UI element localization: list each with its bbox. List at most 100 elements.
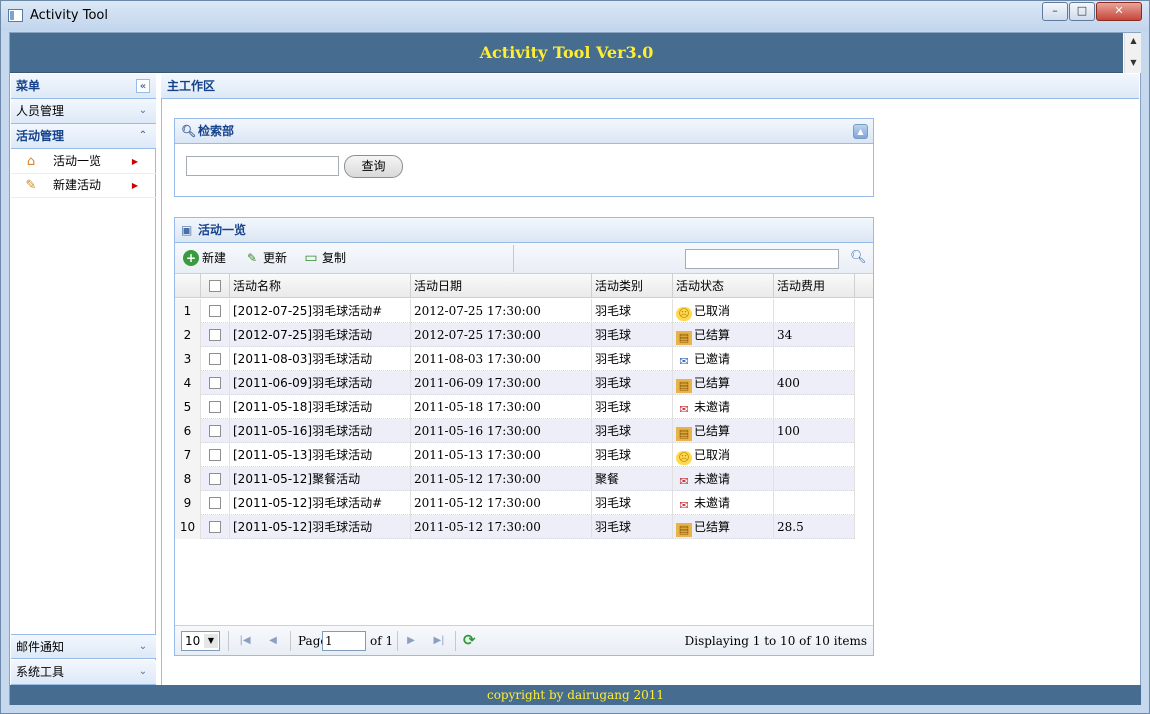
scroll-up-icon[interactable]: ▲ xyxy=(1125,36,1142,45)
table-row[interactable]: 3 [2011-08-03]羽毛球活动 2011-08-03 17:30:00 羽毛球… xyxy=(175,347,855,371)
activity-date-cell: 2011-05-18 17:30:00 xyxy=(411,395,592,419)
column-header-status[interactable]: 活动状态 xyxy=(673,274,774,298)
home-icon: ⌂ xyxy=(26,154,36,169)
sidebar-item-activity-list[interactable]: ⌂ 活动一览 ▶ xyxy=(11,150,156,174)
activity-status-cell: ✉ 已邀请 xyxy=(673,347,774,371)
table-row[interactable]: 2 [2012-07-25]羽毛球活动 2012-07-25 17:30:00 羽毛球… xyxy=(175,323,855,347)
maximize-button[interactable]: □ xyxy=(1069,2,1095,21)
grid-filter-input[interactable] xyxy=(685,249,839,269)
refresh-icon[interactable]: ⟳ xyxy=(463,632,476,648)
row-number: 10 xyxy=(175,515,201,539)
expand-icon[interactable]: ⌄ xyxy=(136,104,150,118)
activity-status-cell: ▤ 已结算 xyxy=(673,419,774,443)
activity-status-cell: ☹ 已取消 xyxy=(673,443,774,467)
table-row[interactable]: 10 [2011-05-12]羽毛球活动 2011-05-12 17:30:00 羽毛… xyxy=(175,515,855,539)
sidebar-section-tools[interactable]: 系统工具 ⌄ xyxy=(11,660,156,685)
window-titlebar[interactable]: Activity Tool – □ ✕ xyxy=(1,1,1149,31)
copy-button[interactable]: ▭ 复制 xyxy=(303,249,346,267)
row-checkbox[interactable] xyxy=(209,401,221,413)
row-checkbox[interactable] xyxy=(209,521,221,533)
table-row[interactable]: 5 [2011-05-18]羽毛球活动 2011-05-18 17:30:00 羽毛球… xyxy=(175,395,855,419)
activity-date-cell: 2011-05-12 17:30:00 xyxy=(411,515,592,539)
page-number-input[interactable]: 1 xyxy=(322,631,366,651)
new-button[interactable]: + 新建 xyxy=(183,249,226,267)
sidebar-item-label: 新建活动 xyxy=(53,178,102,192)
activity-date-cell: 2011-06-09 17:30:00 xyxy=(411,371,592,395)
activity-type-cell: 羽毛球 xyxy=(592,371,673,395)
search-panel-header: 🔍︎ 检索部 ▲ xyxy=(175,119,873,144)
collapse-sidebar-icon[interactable]: « xyxy=(136,79,150,93)
column-header-type[interactable]: 活动类别 xyxy=(592,274,673,298)
pager-separator xyxy=(397,631,398,651)
row-number: 5 xyxy=(175,395,201,419)
expand-icon[interactable]: ⌄ xyxy=(136,665,150,679)
edit-button-label: 更新 xyxy=(263,251,288,265)
first-page-icon[interactable]: |◀ xyxy=(237,633,253,649)
magnifier-icon: 🔍︎ xyxy=(181,124,197,138)
page-size-select[interactable]: 10 xyxy=(181,631,220,651)
row-checkbox[interactable] xyxy=(209,377,221,389)
row-checkbox[interactable] xyxy=(209,497,221,509)
column-header-fee[interactable]: 活动费用 xyxy=(774,274,855,298)
status-label: 未邀请 xyxy=(694,496,731,510)
copy-button-label: 复制 xyxy=(322,251,347,265)
table-row[interactable]: 6 [2011-05-16]羽毛球活动 2011-05-16 17:30:00 羽毛球… xyxy=(175,419,855,443)
sad-face-icon: ☹ xyxy=(676,451,692,465)
row-checkbox[interactable] xyxy=(209,449,221,461)
row-number: 2 xyxy=(175,323,201,347)
search-button[interactable]: 查询 xyxy=(344,155,403,178)
row-checkbox[interactable] xyxy=(209,305,221,317)
sidebar-section-personnel[interactable]: 人员管理 ⌄ xyxy=(11,99,156,124)
sidebar-section-activity[interactable]: 活动管理 ⌃ xyxy=(11,124,156,149)
activity-type-cell: 羽毛球 xyxy=(592,491,673,515)
app-window: Activity Tool – □ ✕ Activity Tool Ver3.0… xyxy=(0,0,1150,714)
status-label: 已邀请 xyxy=(694,352,731,366)
prev-page-icon[interactable]: ◀ xyxy=(265,633,281,649)
search-input[interactable] xyxy=(186,156,339,176)
next-page-icon[interactable]: ▶ xyxy=(403,633,419,649)
row-checkbox[interactable] xyxy=(209,473,221,485)
row-select-cell xyxy=(201,347,230,371)
activity-type-cell: 羽毛球 xyxy=(592,419,673,443)
activity-status-cell: ▤ 已结算 xyxy=(673,323,774,347)
scroll-down-icon[interactable]: ▼ xyxy=(1125,58,1142,67)
sidebar-section-mail[interactable]: 邮件通知 ⌄ xyxy=(11,634,156,659)
sidebar-item-new-activity[interactable]: ✎ 新建活动 ▶ xyxy=(11,174,156,198)
activity-status-cell: ☹ 已取消 xyxy=(673,299,774,323)
grid-panel-title: 活动一览 xyxy=(198,223,247,237)
header-scrollbar[interactable]: ▲ ▼ xyxy=(1124,33,1141,73)
edit-button[interactable]: ✎ 更新 xyxy=(244,249,287,267)
close-button[interactable]: ✕ xyxy=(1096,2,1142,21)
window-title: Activity Tool xyxy=(30,8,108,23)
activity-name-cell: [2011-05-12]聚餐活动 xyxy=(230,467,411,491)
row-checkbox[interactable] xyxy=(209,353,221,365)
row-checkbox[interactable] xyxy=(209,329,221,341)
table-row[interactable]: 8 [2011-05-12]聚餐活动 2011-05-12 17:30:00 聚餐 ✉ 未… xyxy=(175,467,855,491)
last-page-icon[interactable]: ▶| xyxy=(431,633,447,649)
coins-icon: ▤ xyxy=(676,331,692,345)
column-header-name[interactable]: 活动名称 xyxy=(230,274,411,298)
mail-x-icon: ✉ xyxy=(679,499,689,512)
activity-type-cell: 聚餐 xyxy=(592,467,673,491)
table-row[interactable]: 9 [2011-05-12]羽毛球活动# 2011-05-12 17:30:00 羽毛… xyxy=(175,491,855,515)
row-number: 7 xyxy=(175,443,201,467)
grid-header-row: 活动名称 活动日期 活动类别 活动状态 活动费用 xyxy=(175,274,873,298)
search-icon[interactable]: 🔍︎ xyxy=(850,250,867,266)
activity-type-cell: 羽毛球 xyxy=(592,347,673,371)
table-row[interactable]: 7 [2011-05-13]羽毛球活动 2011-05-13 17:30:00 羽毛球… xyxy=(175,443,855,467)
activity-type-cell: 羽毛球 xyxy=(592,299,673,323)
coins-icon: ▤ xyxy=(676,427,692,441)
row-number: 9 xyxy=(175,491,201,515)
row-checkbox[interactable] xyxy=(209,425,221,437)
coins-icon: ▤ xyxy=(676,523,692,537)
select-all-checkbox[interactable] xyxy=(209,280,221,292)
expand-icon[interactable]: ⌄ xyxy=(136,640,150,654)
column-header-date[interactable]: 活动日期 xyxy=(411,274,592,298)
activity-fee-cell: 100 xyxy=(774,419,855,443)
collapse-icon[interactable]: ⌃ xyxy=(136,129,150,143)
table-row[interactable]: 1 [2012-07-25]羽毛球活动# 2012-07-25 17:30:00 羽毛… xyxy=(175,299,855,323)
collapse-panel-icon[interactable]: ▲ xyxy=(853,124,868,139)
minimize-button[interactable]: – xyxy=(1042,2,1068,21)
status-label: 已结算 xyxy=(694,424,731,438)
table-row[interactable]: 4 [2011-06-09]羽毛球活动 2011-06-09 17:30:00 羽毛球… xyxy=(175,371,855,395)
